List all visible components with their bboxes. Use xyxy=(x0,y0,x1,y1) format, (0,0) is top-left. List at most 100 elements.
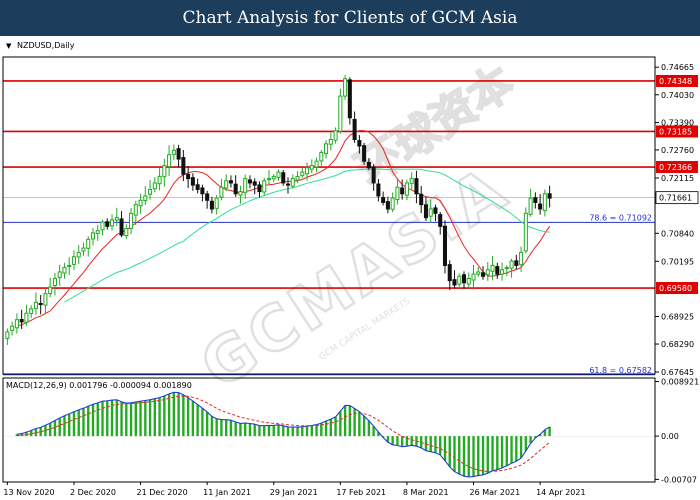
candle-body xyxy=(295,175,300,181)
fib-level-label: 61.8 = 0.67582 xyxy=(589,366,652,375)
candle-body xyxy=(76,251,81,258)
symbol-label: NZDUSD,Daily xyxy=(17,41,75,50)
candle-body xyxy=(328,139,333,145)
candle-body xyxy=(162,165,167,178)
candle-body xyxy=(504,267,509,270)
candle-body xyxy=(133,204,138,216)
x-tick-label: 21 Dec 2020 xyxy=(137,488,188,497)
watermark-text: GCMASIA xyxy=(188,151,521,403)
candle-body xyxy=(200,187,205,195)
candle-body xyxy=(186,173,191,180)
macd-y-tick-label: 0.008921 xyxy=(661,378,699,387)
candle-body xyxy=(171,149,176,155)
candle-body xyxy=(10,325,15,331)
y-tick-label: 0.72115 xyxy=(661,174,694,183)
candle-body xyxy=(523,212,528,252)
candle-body xyxy=(376,183,381,197)
watermark-group: GCMASIAGCM CAPITAL MARKETS环球资本 xyxy=(187,56,524,405)
candle-body xyxy=(371,166,376,184)
candle-body xyxy=(471,273,476,281)
level-price-label: 0.69580 xyxy=(659,284,692,293)
x-tick-label: 14 Apr 2021 xyxy=(536,488,585,497)
candle-body xyxy=(404,182,409,196)
candle-body xyxy=(62,267,67,274)
macd-y-tick-label: 0.00 xyxy=(661,432,679,441)
candle-body xyxy=(381,197,386,203)
candle-body xyxy=(247,179,252,184)
candle-body xyxy=(67,264,72,267)
candle-body xyxy=(114,217,119,221)
candle-body xyxy=(157,175,162,185)
candle-body xyxy=(148,188,153,195)
chart-canvas: GCMASIAGCM CAPITAL MARKETS环球资本 0.74348 0.… xyxy=(2,41,699,497)
candle-body xyxy=(319,152,324,162)
y-tick-label: 0.74665 xyxy=(661,63,694,72)
y-tick-label: 0.70195 xyxy=(661,257,694,266)
candle-body xyxy=(542,193,547,212)
candle-body xyxy=(109,219,115,227)
candle-body xyxy=(442,225,448,266)
candle-body xyxy=(129,212,134,230)
candle-body xyxy=(324,143,329,154)
candle-body xyxy=(490,264,495,272)
y-tick-label: 0.72760 xyxy=(661,146,694,155)
candle-body xyxy=(452,279,457,286)
candle-body xyxy=(214,197,219,209)
candle-body xyxy=(124,228,129,237)
candle-body xyxy=(461,274,467,284)
candle-body xyxy=(495,266,500,275)
candle-body xyxy=(95,230,100,234)
candle-body xyxy=(476,271,481,275)
candle-body xyxy=(333,130,338,141)
watermark: GCMASIAGCM CAPITAL MARKETS环球资本 xyxy=(187,56,524,405)
candle-body xyxy=(305,167,310,175)
candle-body xyxy=(238,191,243,196)
x-tick-label: 8 Mar 2021 xyxy=(403,488,449,497)
candle-body xyxy=(52,277,57,287)
current-price-label: 0.71661 xyxy=(659,194,692,203)
candle-body xyxy=(362,145,367,162)
candle-body xyxy=(29,308,34,314)
candle-body xyxy=(338,95,343,132)
y-tick-label: 0.73390 xyxy=(661,119,694,128)
candle-body xyxy=(5,331,10,339)
candle-body xyxy=(314,160,319,168)
candle-body xyxy=(343,78,348,97)
candle-body xyxy=(357,140,362,147)
candle-body xyxy=(500,269,505,275)
candle-body xyxy=(262,180,267,193)
candle-body xyxy=(366,161,371,169)
candle-body xyxy=(43,293,48,306)
candle-body xyxy=(152,182,157,190)
candle-body xyxy=(38,303,43,306)
candle-body xyxy=(409,178,414,184)
candle-body xyxy=(224,180,229,189)
candle-body xyxy=(71,256,76,265)
candle-body xyxy=(528,197,533,215)
candle-body xyxy=(419,193,424,206)
x-tick-label: 13 Nov 2020 xyxy=(3,488,54,497)
candle-body xyxy=(181,157,186,175)
candle-body xyxy=(481,272,486,277)
candle-body xyxy=(195,184,200,190)
level-price-label: 0.72366 xyxy=(659,163,692,172)
candle-body xyxy=(519,251,524,266)
candle-body xyxy=(533,197,538,203)
candle-body xyxy=(119,218,124,236)
y-tick-label: 0.74030 xyxy=(661,91,694,100)
macd-pane-frame xyxy=(2,377,656,483)
candle-body xyxy=(285,183,291,186)
macd-y-tick-label: -0.00707 xyxy=(661,475,697,484)
candle-body xyxy=(385,201,390,210)
symbol-dropdown-icon[interactable]: ▼ xyxy=(6,42,12,50)
macd-label: MACD(12,26,9) 0.001796 -0.000094 0.00189… xyxy=(6,381,192,390)
x-tick-label: 11 Jan 2021 xyxy=(203,488,251,497)
candle-body xyxy=(514,260,519,266)
candle-body xyxy=(86,238,91,249)
candle-body xyxy=(447,264,452,282)
x-tick-label: 29 Jan 2021 xyxy=(270,488,318,497)
y-tick-label: 0.67645 xyxy=(661,368,694,377)
x-tick-label: 2 Dec 2020 xyxy=(70,488,116,497)
candle-body xyxy=(167,154,172,168)
candle-body xyxy=(138,199,143,207)
